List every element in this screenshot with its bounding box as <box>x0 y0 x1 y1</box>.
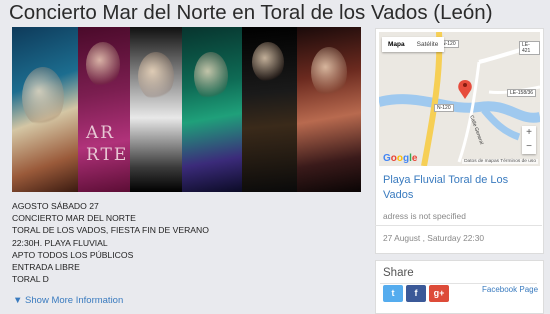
description-line: TORAL DE LOS VADOS, FIESTA FIN DE VERANO <box>12 225 209 236</box>
show-more-link[interactable]: ▼ Show More Information <box>13 295 123 306</box>
map-type-control: Mapa Satélite <box>382 37 445 52</box>
event-hero-image: AR RTE <box>12 27 361 192</box>
description-line: AGOSTO SÁBADO 27 <box>12 201 99 211</box>
twitter-share-button[interactable]: t <box>383 285 403 302</box>
venue-map[interactable]: N-120 LE-421 LE-158/36 N-120 Calle Gener… <box>379 32 540 166</box>
hero-panel-3 <box>130 27 182 192</box>
hero-panel-5 <box>242 27 297 192</box>
description-line: CONCIERTO MAR DEL NORTE <box>12 213 136 224</box>
google-plus-icon: g+ <box>433 288 445 298</box>
map-footer[interactable]: Datos de mapas Términos de uso <box>462 159 538 164</box>
divider <box>380 283 537 284</box>
facebook-page-link[interactable]: Facebook Page <box>482 285 538 294</box>
facebook-share-button[interactable]: f <box>406 285 426 302</box>
road-label: LE-421 <box>519 41 540 55</box>
hero-panel-6 <box>297 27 361 192</box>
map-tab[interactable]: Mapa <box>382 37 411 52</box>
event-date: 27 August , Saturday 22:30 <box>383 233 485 243</box>
page-title: Concierto Mar del Norte en Toral de los … <box>9 1 493 24</box>
description-line: 22:30H. PLAYA FLUVIAL <box>12 237 108 248</box>
road-label: N-120 <box>434 104 454 112</box>
description-line: TORAL D <box>12 274 49 285</box>
zoom-out-button[interactable]: − <box>522 140 536 154</box>
venue-address: adress is not specified <box>383 211 466 221</box>
map-canvas <box>379 32 540 166</box>
google-plus-share-button[interactable]: g+ <box>429 285 449 302</box>
description-line: APTO TODOS LOS PÚBLICOS <box>12 249 134 260</box>
divider <box>375 225 542 226</box>
facebook-icon: f <box>414 288 418 298</box>
zoom-control: + − <box>522 126 536 154</box>
description-line: ENTRADA LIBRE <box>12 262 80 273</box>
hero-overlay-text: AR RTE <box>86 123 129 165</box>
share-title: Share <box>383 267 414 279</box>
hero-panel-2 <box>78 27 130 192</box>
road-label: LE-158/36 <box>507 89 537 97</box>
twitter-icon: t <box>391 288 395 298</box>
event-description: AGOSTO SÁBADO 27 CONCIERTO MAR DEL NORTE… <box>12 200 209 285</box>
zoom-in-button[interactable]: + <box>522 126 536 140</box>
venue-name-link[interactable]: Playa Fluvial Toral de Los Vados <box>383 173 533 203</box>
hero-panel-1 <box>12 27 78 192</box>
satellite-tab[interactable]: Satélite <box>411 37 445 52</box>
google-logo: Google <box>383 153 418 164</box>
hero-panel-4 <box>182 27 242 192</box>
